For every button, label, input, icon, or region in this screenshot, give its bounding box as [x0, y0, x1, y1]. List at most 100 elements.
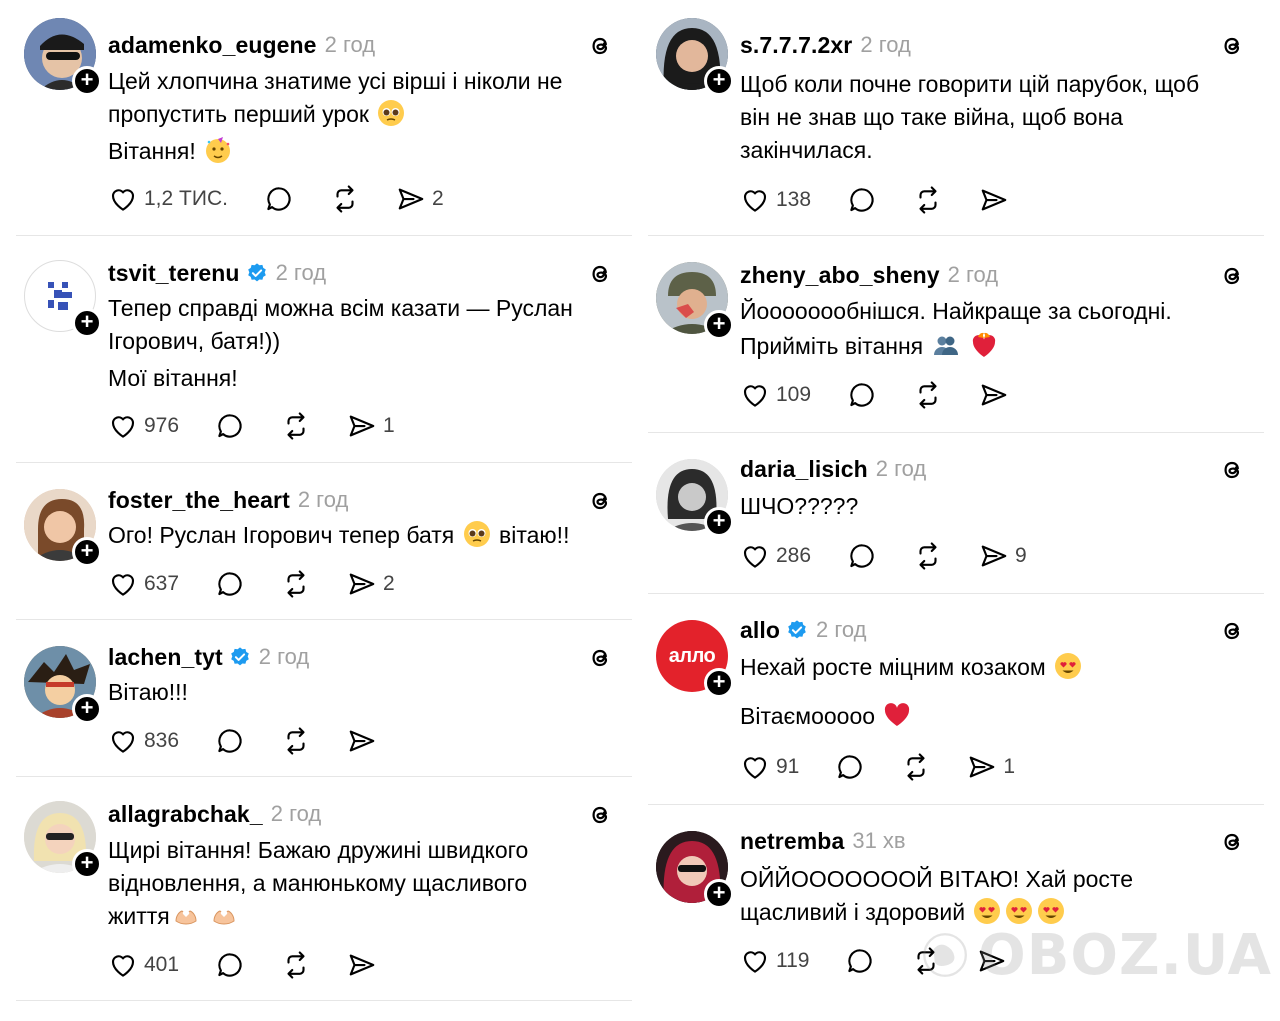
like-button[interactable]: 109: [740, 379, 811, 411]
post-text-line: Вітаю!!!: [108, 679, 188, 705]
like-button[interactable]: 1,2 ТИС.: [108, 183, 228, 215]
follow-plus-icon[interactable]: +: [704, 879, 734, 909]
reply-button[interactable]: [847, 540, 877, 572]
repost-button[interactable]: [901, 751, 931, 783]
reply-button[interactable]: [264, 183, 294, 215]
post-header: adamenko_eugene 2 год: [108, 30, 375, 60]
follow-plus-icon[interactable]: +: [72, 537, 102, 567]
post-text-line: Йоооооообнішся. Найкраще за сьогодні.: [740, 298, 1172, 324]
username[interactable]: foster_the_heart: [108, 487, 290, 514]
threads-icon[interactable]: [586, 487, 614, 515]
threads-icon[interactable]: [586, 260, 614, 288]
share-button[interactable]: 1: [967, 751, 1015, 783]
share-count: 2: [431, 187, 444, 210]
follow-plus-icon[interactable]: +: [704, 507, 734, 537]
avatar[interactable]: +: [24, 18, 102, 96]
reply-button[interactable]: [215, 949, 245, 981]
threads-icon[interactable]: [1218, 617, 1246, 645]
share-button[interactable]: 1: [347, 410, 395, 442]
post-text-line: Щирі вітання! Бажаю дружині швидкого: [108, 837, 529, 863]
repost-button[interactable]: [913, 540, 943, 572]
avatar[interactable]: +: [656, 18, 734, 96]
like-button[interactable]: 637: [108, 568, 179, 600]
follow-plus-icon[interactable]: +: [704, 310, 734, 340]
action-bar: 1,2 ТИС. 2: [108, 183, 444, 215]
repost-button[interactable]: [330, 183, 360, 215]
follow-plus-icon[interactable]: +: [72, 308, 102, 338]
reply-button[interactable]: [847, 184, 877, 216]
threads-icon[interactable]: [586, 801, 614, 829]
share-button[interactable]: 9: [979, 540, 1027, 572]
username[interactable]: allagrabchak_: [108, 801, 263, 828]
follow-plus-icon[interactable]: +: [72, 694, 102, 724]
share-button[interactable]: [979, 379, 1009, 411]
username[interactable]: allo: [740, 617, 780, 644]
username[interactable]: s.7.7.7.2xr: [740, 32, 852, 59]
username[interactable]: netremba: [740, 828, 844, 855]
follow-plus-icon[interactable]: +: [72, 66, 102, 96]
share-button[interactable]: 2: [347, 568, 395, 600]
threads-icon[interactable]: [1218, 32, 1246, 60]
repost-button[interactable]: [281, 949, 311, 981]
post-header: netremba 31 хв: [740, 826, 906, 856]
reply-button[interactable]: [215, 725, 245, 757]
post-header: allagrabchak_ 2 год: [108, 799, 321, 829]
timestamp: 2 год: [275, 260, 327, 285]
avatar[interactable]: +: [24, 260, 102, 338]
repost-button[interactable]: [911, 945, 941, 977]
reply-button[interactable]: [835, 751, 865, 783]
repost-button[interactable]: [281, 725, 311, 757]
repost-button[interactable]: [281, 568, 311, 600]
avatar[interactable]: +: [656, 262, 734, 340]
username[interactable]: lachen_tyt: [108, 644, 223, 671]
comment-icon: [215, 950, 245, 980]
repost-button[interactable]: [913, 184, 943, 216]
pleading-face-emoji-icon: [463, 520, 491, 548]
avatar[interactable]: алло +: [656, 620, 734, 698]
follow-plus-icon[interactable]: +: [72, 849, 102, 879]
repost-icon: [901, 752, 931, 782]
avatar[interactable]: +: [656, 831, 734, 909]
like-button[interactable]: 119: [740, 945, 809, 977]
reply-button[interactable]: [215, 568, 245, 600]
share-button[interactable]: 2: [396, 183, 444, 215]
username[interactable]: daria_lisich: [740, 456, 868, 483]
avatar[interactable]: +: [24, 646, 102, 724]
username[interactable]: adamenko_eugene: [108, 32, 317, 59]
share-button[interactable]: [977, 945, 1007, 977]
comment-icon: [215, 726, 245, 756]
like-button[interactable]: 976: [108, 410, 179, 442]
share-button[interactable]: [347, 949, 377, 981]
like-button[interactable]: 286: [740, 540, 811, 572]
username[interactable]: zheny_abo_sheny: [740, 262, 940, 289]
share-button[interactable]: [347, 725, 377, 757]
post-card: + s.7.7.7.2xr 2 год Щоб коли почне говор…: [648, 0, 1264, 236]
username[interactable]: tsvit_terenu: [108, 260, 240, 287]
avatar[interactable]: +: [656, 459, 734, 537]
follow-plus-icon[interactable]: +: [704, 66, 734, 96]
post-text-line: Вітаємоoooo: [740, 700, 1240, 733]
reply-button[interactable]: [845, 945, 875, 977]
like-button[interactable]: 138: [740, 184, 811, 216]
reply-button[interactable]: [847, 379, 877, 411]
like-button[interactable]: 401: [108, 949, 179, 981]
threads-icon[interactable]: [1218, 456, 1246, 484]
follow-plus-icon[interactable]: +: [704, 668, 734, 698]
threads-icon[interactable]: [586, 644, 614, 672]
avatar[interactable]: +: [24, 801, 102, 879]
threads-icon[interactable]: [1218, 828, 1246, 856]
comment-icon: [847, 541, 877, 571]
like-count: 109: [776, 383, 812, 406]
avatar[interactable]: +: [24, 489, 102, 567]
heart-eyes-emoji-icon: [1005, 897, 1033, 925]
allo-logo-text: алло: [668, 644, 716, 667]
like-button[interactable]: 836: [108, 725, 179, 757]
share-button[interactable]: [979, 184, 1009, 216]
threads-icon[interactable]: [586, 32, 614, 60]
repost-button[interactable]: [281, 410, 311, 442]
threads-icon[interactable]: [1218, 262, 1246, 290]
repost-button[interactable]: [913, 379, 943, 411]
like-button[interactable]: 91: [740, 751, 799, 783]
reply-button[interactable]: [215, 410, 245, 442]
like-count: 401: [144, 953, 180, 976]
